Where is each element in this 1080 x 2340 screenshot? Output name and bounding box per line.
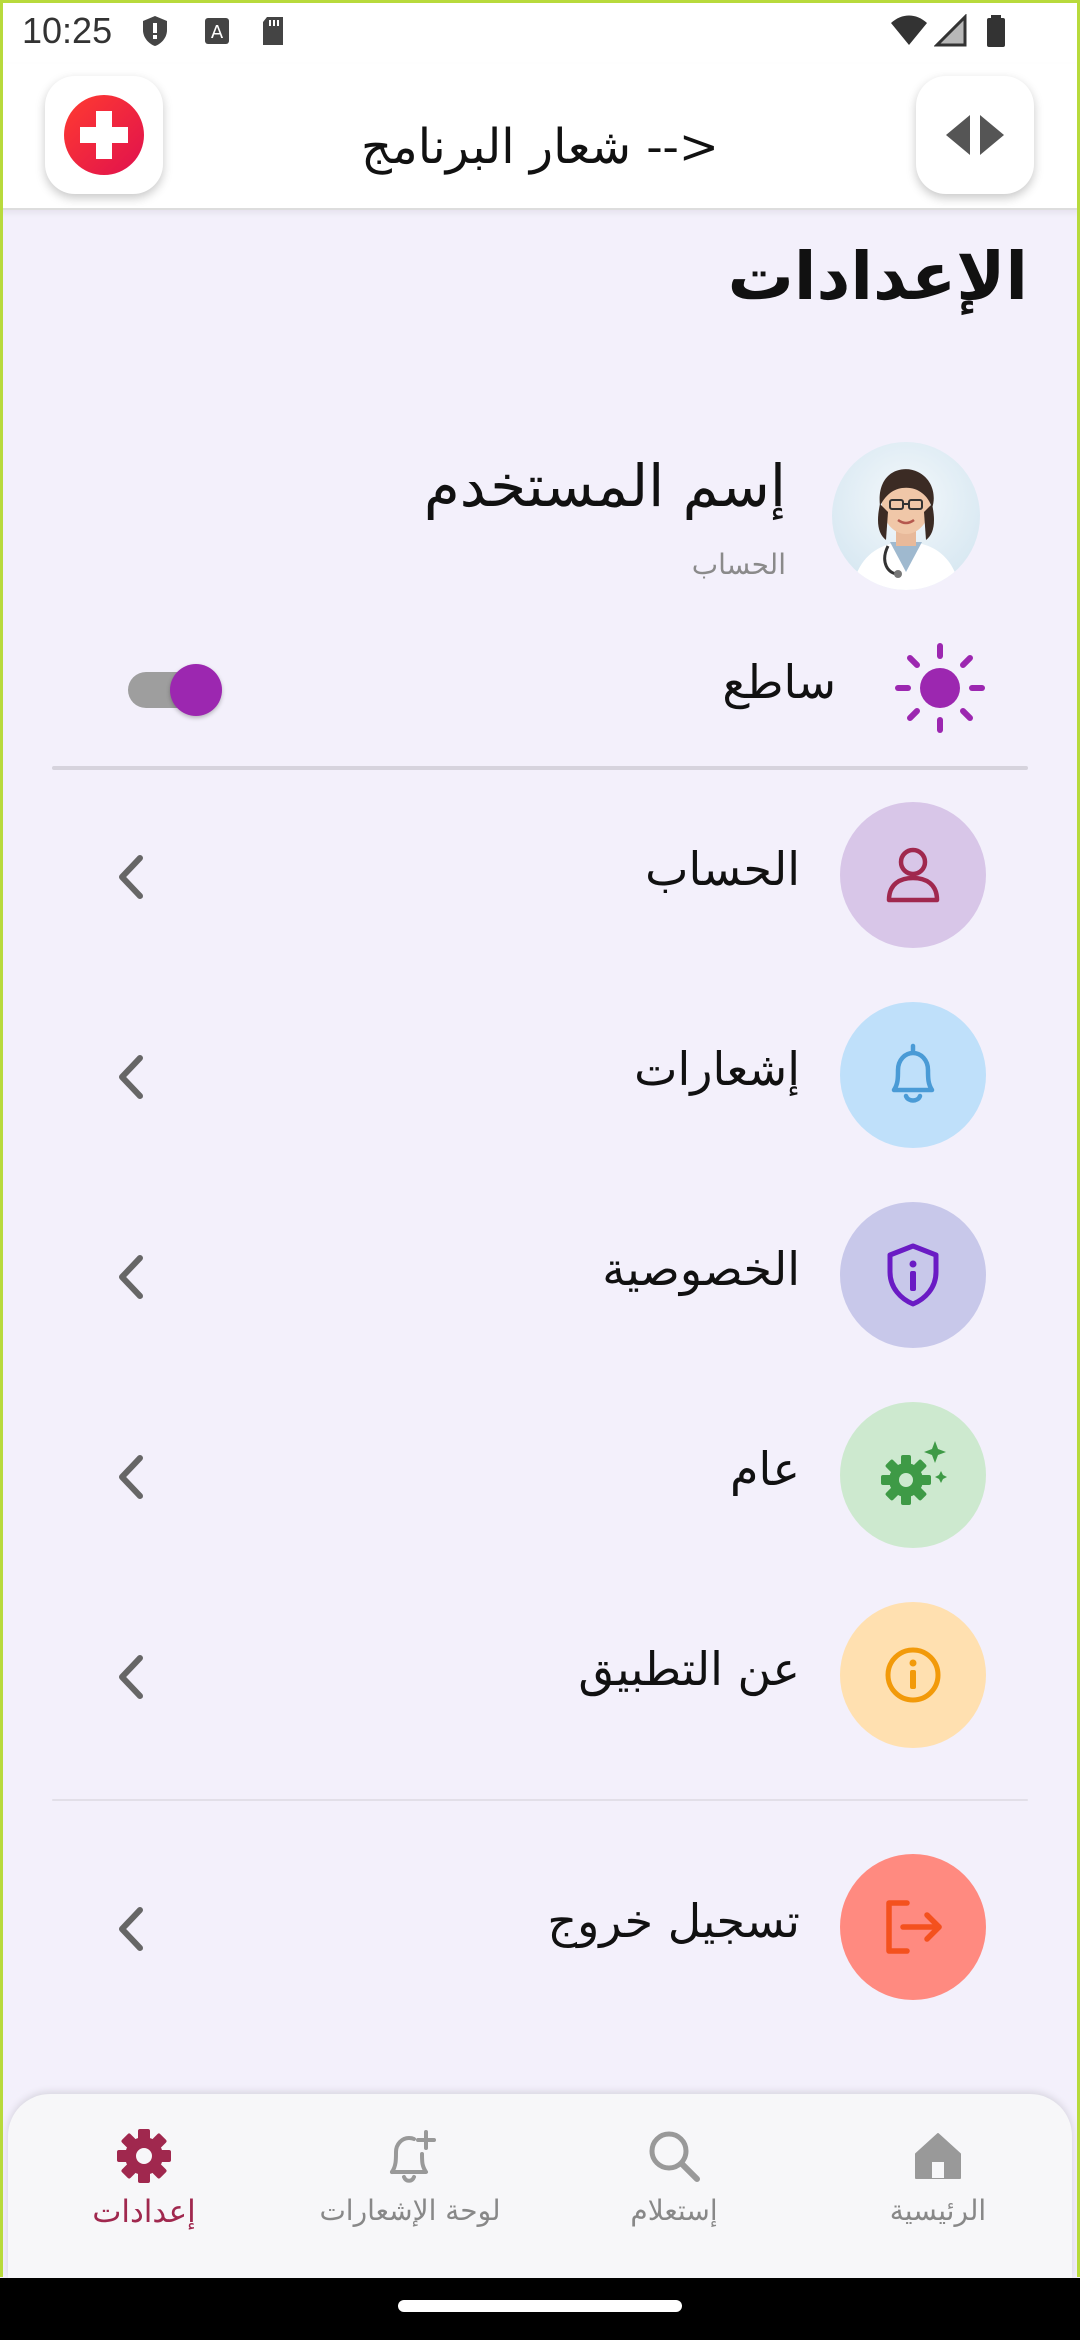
nav-notifications-board[interactable]: لوحة الإشعارات <box>300 2126 520 2227</box>
menu-item-label: الحساب <box>645 842 800 896</box>
nav-settings[interactable]: إعدادات <box>34 2126 254 2230</box>
user-icon <box>886 847 940 903</box>
wifi-icon <box>891 15 927 45</box>
account-icon-circle <box>840 802 986 948</box>
privacy-icon-circle <box>840 1202 986 1348</box>
logout-label: تسجيل خروج <box>547 1894 800 1948</box>
bell-plus-icon <box>390 2130 436 2183</box>
menu-item-about[interactable]: عن التطبيق <box>0 1602 1080 1752</box>
chevron-left-icon <box>119 1455 143 1499</box>
page-title: الإعدادات <box>727 238 1028 315</box>
nav-label: الرئيسية <box>889 2194 987 2227</box>
search-icon <box>649 2131 700 2182</box>
section-divider <box>52 1799 1028 1801</box>
nav-search[interactable]: إستعلام <box>564 2126 784 2227</box>
gear-sparkle-icon <box>881 1441 947 1505</box>
nav-home[interactable]: الرئيسية <box>828 2126 1048 2227</box>
battery-icon <box>987 15 1005 47</box>
avatar[interactable] <box>832 442 980 590</box>
user-account-subtitle: الحساب <box>691 548 786 581</box>
sd-card-icon <box>263 17 283 45</box>
chevron-left-icon <box>119 1907 143 1951</box>
shield-status-icon <box>143 16 167 46</box>
user-name: إسم المستخدم <box>423 452 786 520</box>
theme-toggle[interactable] <box>128 664 222 716</box>
nav-label: لوحة الإشعارات <box>319 2194 501 2227</box>
menu-item-general[interactable]: عام <box>0 1402 1080 1552</box>
layout-toggle-button[interactable] <box>916 76 1034 194</box>
menu-item-label: عام <box>730 1442 800 1496</box>
menu-item-notifications[interactable]: إشعارات <box>0 1002 1080 1152</box>
app-bar: شعار البرنامج --> <box>0 64 1080 210</box>
info-icon <box>885 1647 941 1703</box>
gear-icon <box>117 2129 171 2183</box>
nav-label: إستعلام <box>630 2194 718 2227</box>
shield-info-icon <box>887 1243 939 1307</box>
medical-cross-icon <box>64 95 144 175</box>
bottom-navigation: إعدادات لوحة الإشعارات إستعلام الرئيسية <box>8 2094 1072 2278</box>
cell-signal-icon <box>934 14 967 47</box>
home-icon <box>915 2133 961 2179</box>
chevron-left-icon <box>119 1255 143 1299</box>
notifications-icon-circle <box>840 1002 986 1148</box>
logout-icon <box>886 1900 942 1954</box>
menu-item-label: الخصوصية <box>602 1242 800 1296</box>
bell-icon <box>891 1043 935 1103</box>
section-divider <box>52 766 1028 770</box>
menu-item-label: عن التطبيق <box>578 1642 800 1696</box>
menu-item-account[interactable]: الحساب <box>0 802 1080 952</box>
status-time: 10:25 <box>22 10 113 51</box>
logout-icon-circle <box>840 1854 986 2000</box>
code-arrows-icon <box>946 115 1004 155</box>
general-icon-circle <box>840 1402 986 1548</box>
doctor-avatar-icon <box>852 469 960 590</box>
svg-text:A: A <box>211 22 224 43</box>
logout-item[interactable]: تسجيل خروج <box>0 1854 1080 2004</box>
menu-item-label: إشعارات <box>634 1042 800 1096</box>
chevron-left-icon <box>119 1655 143 1699</box>
nav-label: إعدادات <box>92 2194 196 2230</box>
status-bar: 10:25 A <box>0 0 1080 64</box>
chevron-left-icon <box>119 1055 143 1099</box>
about-icon-circle <box>840 1602 986 1748</box>
text-status-icon: A <box>205 18 229 44</box>
chevron-left-icon <box>119 855 143 899</box>
theme-label: ساطع <box>722 655 836 709</box>
menu-item-privacy[interactable]: الخصوصية <box>0 1202 1080 1352</box>
sun-icon <box>895 643 985 733</box>
app-logo-button[interactable] <box>45 76 163 194</box>
app-title: شعار البرنامج --> <box>361 119 719 175</box>
home-gesture-handle[interactable] <box>398 2300 682 2312</box>
toggle-thumb <box>170 664 222 716</box>
